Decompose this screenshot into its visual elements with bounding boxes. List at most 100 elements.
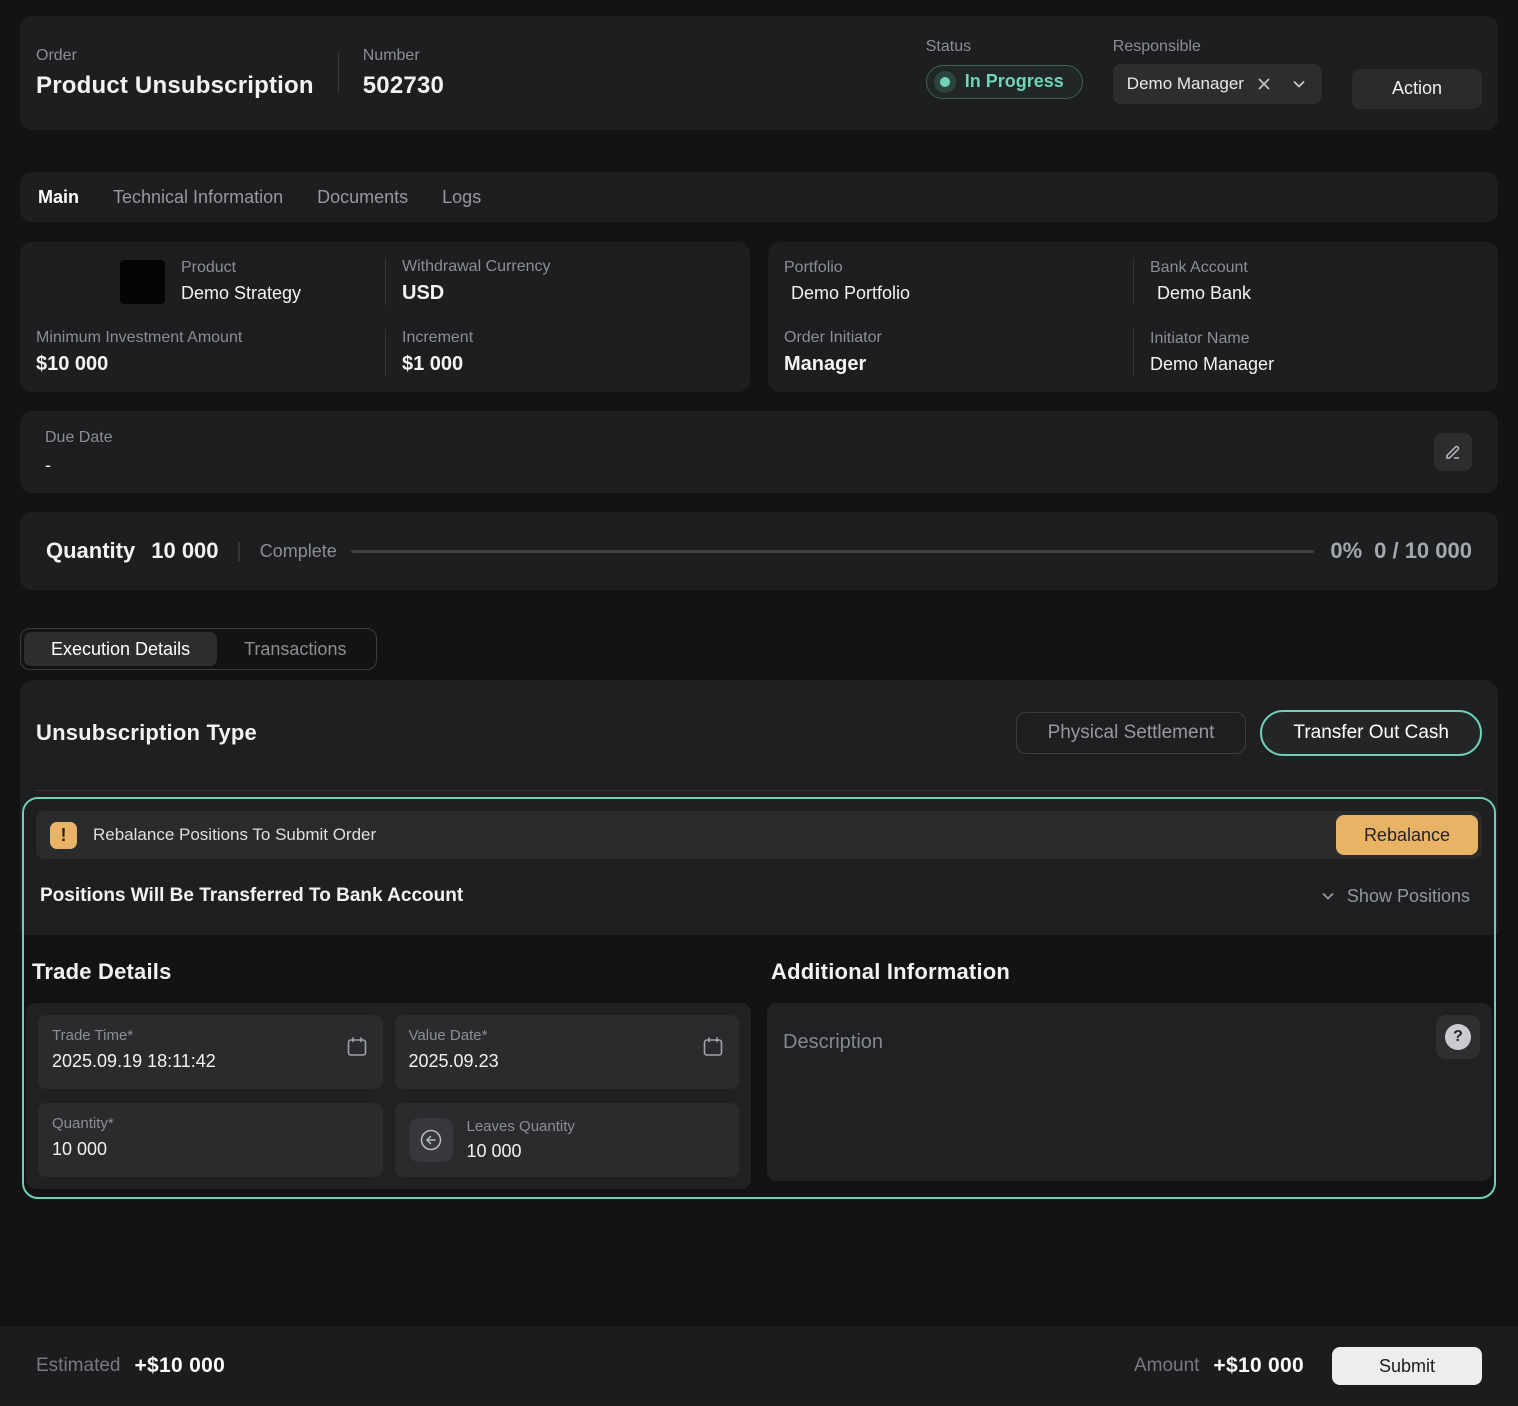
warning-icon: !	[50, 822, 77, 849]
rebalance-button[interactable]: Rebalance	[1336, 815, 1478, 855]
tab-technical-information[interactable]: Technical Information	[113, 187, 283, 208]
rebalance-alert-bar: ! Rebalance Positions To Submit Order Re…	[36, 811, 1482, 859]
order-label: Order	[36, 47, 314, 65]
arrow-left-circle-icon	[418, 1127, 444, 1153]
product-thumbnail	[120, 260, 165, 304]
order-number-label: Number	[363, 47, 444, 65]
completion-ratio: 0 / 10 000	[1374, 538, 1472, 564]
trade-details-panel: Trade Time* 2025.09.19 18:11:42 Value Da…	[26, 1003, 751, 1189]
remove-responsible-icon[interactable]	[1256, 76, 1272, 92]
completion-percent: 0%	[1330, 538, 1362, 564]
increment-cell: Increment $1 000	[385, 329, 734, 376]
action-button[interactable]: Action	[1352, 69, 1482, 109]
due-date-label: Due Date	[45, 429, 113, 447]
status-badge: In Progress	[926, 65, 1083, 99]
withdrawal-currency-cell: Withdrawal Currency USD	[385, 258, 734, 305]
copy-leaves-quantity-button[interactable]	[409, 1118, 453, 1162]
section-divider	[36, 790, 1482, 791]
product-value: Demo Strategy	[181, 283, 301, 304]
header-divider	[338, 53, 339, 93]
responsible-label: Responsible	[1113, 38, 1322, 56]
leaves-quantity-value: 10 000	[467, 1141, 575, 1162]
value-date-value: 2025.09.23	[409, 1051, 726, 1072]
order-initiator-cell: Order Initiator Manager	[784, 328, 1133, 376]
due-date-value: -	[45, 455, 113, 476]
submit-button[interactable]: Submit	[1332, 1347, 1482, 1385]
trade-time-value: 2025.09.19 18:11:42	[52, 1051, 369, 1072]
responsible-value: Demo Manager	[1127, 74, 1244, 94]
additional-information-title: Additional Information	[767, 959, 1494, 985]
pencil-icon	[1443, 442, 1463, 462]
estimated-value: +$10 000	[134, 1354, 225, 1378]
help-button[interactable]: ?	[1436, 1015, 1480, 1059]
edit-due-date-button[interactable]	[1434, 433, 1472, 471]
status-label: Status	[926, 38, 1083, 56]
info-cards-row: Product Demo Strategy Withdrawal Currenc…	[20, 242, 1498, 392]
portfolio-value: Demo Portfolio	[784, 283, 1133, 304]
chevron-down-icon	[1319, 887, 1337, 905]
initiator-name-label: Initiator Name	[1150, 330, 1482, 348]
leaves-quantity-field: Leaves Quantity 10 000	[395, 1103, 740, 1177]
order-footer-bar: Estimated +$10 000 Amount +$10 000 Submi…	[0, 1326, 1518, 1406]
show-positions-toggle[interactable]: Show Positions	[1319, 886, 1470, 907]
show-positions-label: Show Positions	[1347, 886, 1470, 907]
amount-value: +$10 000	[1213, 1354, 1304, 1378]
portfolio-info-card: Portfolio Demo Portfolio Bank Account De…	[768, 242, 1498, 392]
bank-account-label: Bank Account	[1150, 259, 1482, 277]
initiator-name-cell: Initiator Name Demo Manager	[1133, 328, 1482, 376]
tab-documents[interactable]: Documents	[317, 187, 408, 208]
portfolio-label: Portfolio	[784, 259, 1133, 277]
value-date-field[interactable]: Value Date* 2025.09.23	[395, 1015, 740, 1089]
calendar-icon[interactable]	[701, 1035, 725, 1059]
responsible-chip[interactable]: Demo Manager	[1113, 64, 1322, 104]
min-investment-value: $10 000	[36, 353, 385, 376]
quantity-separator: |	[237, 540, 242, 563]
rebalance-alert-text: Rebalance Positions To Submit Order	[93, 825, 376, 845]
question-icon: ?	[1445, 1024, 1471, 1050]
detail-subtabs: Execution Details Transactions	[20, 628, 377, 670]
bank-account-value: Demo Bank	[1150, 283, 1482, 304]
product-label: Product	[181, 259, 301, 277]
order-title: Product Unsubscription	[36, 72, 314, 100]
quantity-card: Quantity 10 000 | Complete 0% 0 / 10 000	[20, 512, 1498, 590]
portfolio-cell: Portfolio Demo Portfolio	[784, 258, 1133, 304]
trade-time-field[interactable]: Trade Time* 2025.09.19 18:11:42	[38, 1015, 383, 1089]
withdrawal-currency-value: USD	[402, 282, 734, 305]
trade-details-title: Trade Details	[24, 959, 751, 985]
increment-label: Increment	[402, 329, 734, 347]
initiator-name-value: Demo Manager	[1150, 354, 1482, 375]
quantity-label: Quantity	[46, 538, 135, 564]
execution-details-section: Unsubscription Type Physical Settlement …	[20, 680, 1498, 1199]
tab-logs[interactable]: Logs	[442, 187, 481, 208]
main-tab-bar: Main Technical Information Documents Log…	[20, 172, 1498, 222]
positions-transfer-message: Positions Will Be Transferred To Bank Ac…	[40, 885, 463, 907]
product-cell: Product Demo Strategy	[36, 258, 385, 305]
tab-main[interactable]: Main	[38, 187, 79, 208]
order-initiator-value: Manager	[784, 353, 1133, 376]
transfer-out-cash-button[interactable]: Transfer Out Cash	[1260, 710, 1482, 756]
quantity-field[interactable]: Quantity* 10 000	[38, 1103, 383, 1177]
product-info-card: Product Demo Strategy Withdrawal Currenc…	[20, 242, 750, 392]
value-date-label: Value Date*	[409, 1027, 488, 1044]
subtab-execution-details[interactable]: Execution Details	[24, 632, 217, 666]
completion-progress-bar	[351, 550, 1315, 553]
description-input[interactable]	[783, 1017, 1406, 1167]
amount-label: Amount	[1134, 1355, 1199, 1377]
leaves-quantity-label: Leaves Quantity	[467, 1118, 575, 1135]
order-header-card: Order Product Unsubscription Number 5027…	[20, 16, 1498, 130]
bank-account-cell: Bank Account Demo Bank	[1133, 258, 1482, 304]
status-text: In Progress	[965, 71, 1064, 92]
quantity-field-label: Quantity*	[52, 1115, 114, 1132]
additional-information-panel: ?	[767, 1003, 1492, 1181]
complete-label: Complete	[260, 541, 337, 562]
unsubscription-type-title: Unsubscription Type	[36, 720, 257, 746]
order-number-value: 502730	[363, 72, 444, 100]
withdrawal-currency-label: Withdrawal Currency	[402, 258, 734, 276]
due-date-card: Due Date -	[20, 411, 1498, 493]
physical-settlement-button[interactable]: Physical Settlement	[1016, 712, 1247, 754]
subtab-transactions[interactable]: Transactions	[217, 632, 373, 666]
transfer-out-cash-group: ! Rebalance Positions To Submit Order Re…	[22, 797, 1496, 1199]
calendar-icon[interactable]	[345, 1035, 369, 1059]
responsible-chevron-down-icon[interactable]	[1290, 75, 1308, 93]
order-initiator-label: Order Initiator	[784, 329, 1133, 347]
